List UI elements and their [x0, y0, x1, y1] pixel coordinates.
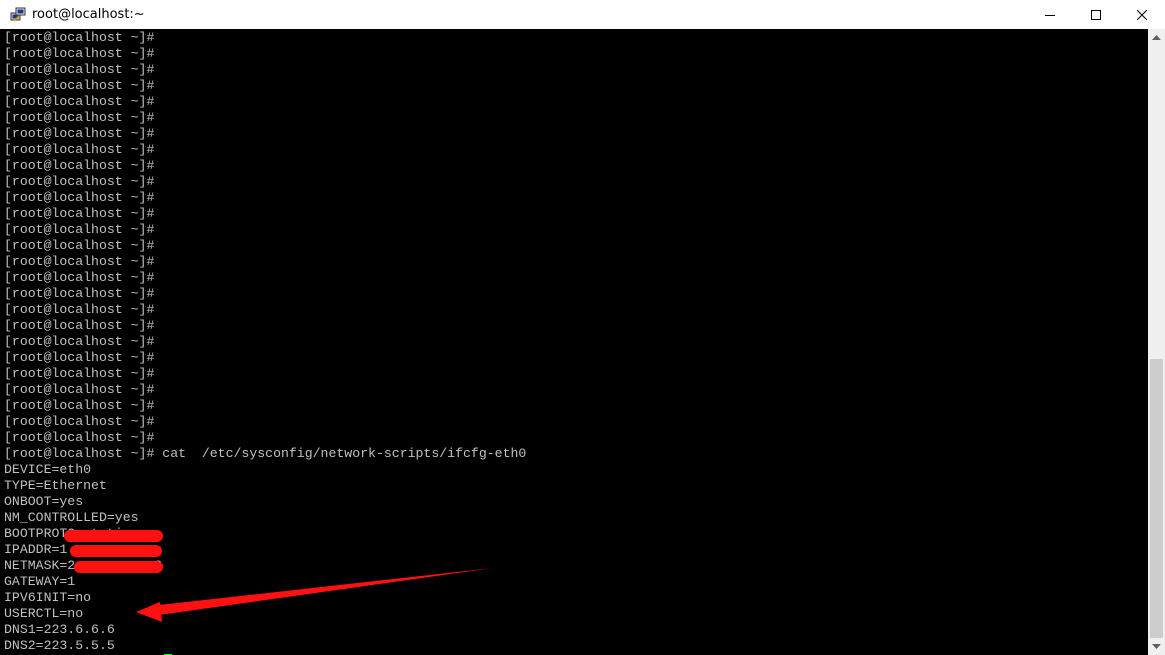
window-title: root@localhost:~: [32, 7, 145, 22]
terminal-line: [root@localhost ~]#: [4, 254, 155, 269]
terminal-line: DEVICE=eth0: [4, 462, 92, 477]
terminal-line: [root@localhost ~]#: [4, 398, 155, 413]
terminal-output[interactable]: [root@localhost ~]# [root@localhost ~]# [r…: [0, 29, 1148, 655]
terminal-line: [root@localhost ~]#: [4, 78, 155, 93]
terminal-line: [root@localhost ~]# cat /etc/sysconfig/n…: [4, 446, 527, 461]
terminal-line: [root@localhost ~]#: [4, 334, 155, 349]
vertical-scrollbar[interactable]: [1148, 29, 1165, 655]
terminal-line: [root@localhost ~]#: [4, 366, 155, 381]
redaction-mark-netmask: [70, 545, 162, 557]
terminal-line: [root@localhost ~]#: [4, 126, 155, 141]
terminal-line: [root@localhost ~]#: [4, 302, 155, 317]
scroll-thumb[interactable]: [1150, 359, 1163, 638]
terminal-line: [root@localhost ~]#: [4, 286, 155, 301]
terminal-line: TYPE=Ethernet: [4, 478, 107, 493]
redaction-mark-ipaddr: [64, 530, 163, 542]
terminal-line: [root@localhost ~]#: [4, 350, 155, 365]
terminal-line: [root@localhost ~]#: [4, 110, 155, 125]
terminal-line: [root@localhost ~]#: [4, 382, 155, 397]
terminal-line: NM_CONTROLLED=yes: [4, 510, 139, 525]
terminal-line: [root@localhost ~]#: [4, 270, 155, 285]
terminal-line: [root@localhost ~]#: [4, 414, 155, 429]
scroll-up-arrow-icon[interactable]: [1148, 29, 1165, 46]
terminal-line: [root@localhost ~]#: [4, 190, 155, 205]
terminal-line: [root@localhost ~]#: [4, 174, 155, 189]
terminal-line: [root@localhost ~]#: [4, 62, 155, 77]
terminal-line: DNS2=223.5.5.5: [4, 638, 115, 653]
terminal-line: [root@localhost ~]#: [4, 318, 155, 333]
minimize-icon: [1045, 14, 1055, 16]
maximize-button[interactable]: [1073, 0, 1119, 29]
terminal-line: [root@localhost ~]#: [4, 206, 155, 221]
terminal-line: [root@localhost ~]#: [4, 158, 155, 173]
putty-icon[interactable]: [10, 7, 26, 23]
scroll-down-arrow-icon[interactable]: [1148, 638, 1165, 655]
terminal-line: [root@localhost ~]#: [4, 238, 155, 253]
close-button[interactable]: [1119, 0, 1165, 29]
window-controls: [1027, 0, 1165, 29]
redaction-mark-gateway: [74, 561, 163, 573]
title-bar: root@localhost:~: [0, 0, 1165, 29]
terminal-line: [root@localhost ~]#: [4, 30, 155, 45]
minimize-button[interactable]: [1027, 0, 1073, 29]
terminal-line: [root@localhost ~]#: [4, 94, 155, 109]
terminal-line: IPV6INIT=no: [4, 590, 92, 605]
terminal-line: [root@localhost ~]#: [4, 142, 155, 157]
terminal-line: GATEWAY=1: [4, 574, 76, 589]
terminal-line: ONBOOT=yes: [4, 494, 84, 509]
terminal-line: [root@localhost ~]#: [4, 46, 155, 61]
terminal-line: DNS1=223.6.6.6: [4, 622, 115, 637]
close-icon: [1137, 9, 1147, 20]
terminal-line: [root@localhost ~]#: [4, 222, 155, 237]
terminal-line: USERCTL=no: [4, 606, 84, 621]
terminal-line: [root@localhost ~]#: [4, 430, 155, 445]
maximize-icon: [1091, 9, 1101, 20]
